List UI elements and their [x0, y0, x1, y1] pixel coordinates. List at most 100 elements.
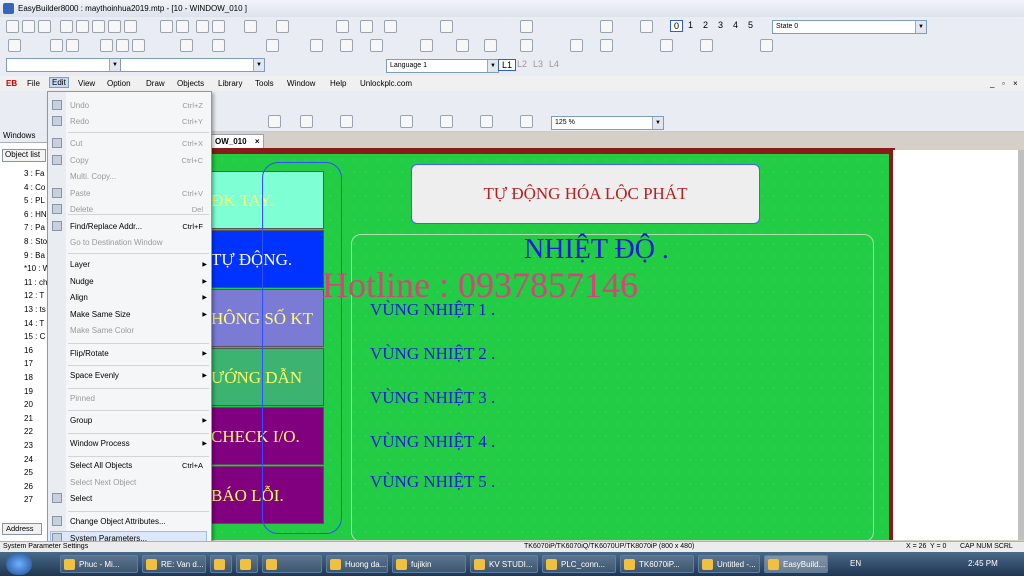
tree-item[interactable]: 9 : Ba — [24, 251, 45, 260]
camera-icon[interactable] — [660, 39, 673, 52]
flip-icon[interactable] — [480, 115, 493, 128]
size-combo[interactable]: ▼ — [120, 58, 265, 72]
object-list-tab[interactable]: Object list — [2, 149, 46, 162]
font-combo[interactable]: ▼ — [6, 58, 121, 72]
close-icon[interactable]: × — [1013, 79, 1018, 88]
new-icon[interactable] — [6, 20, 19, 33]
menu-item-align[interactable]: Align — [70, 293, 88, 302]
paste-icon[interactable] — [92, 20, 105, 33]
menu-draw[interactable]: Draw — [146, 79, 165, 88]
taskbar-button-2[interactable] — [210, 555, 232, 573]
taskbar-button-4[interactable] — [262, 555, 322, 573]
restore-icon[interactable]: ▫ — [1002, 79, 1005, 88]
tree-item[interactable]: 25 — [24, 468, 33, 477]
align-left-icon[interactable] — [268, 115, 281, 128]
taskbar-button-1[interactable]: RE: Van d... — [142, 555, 206, 573]
clock-icon[interactable] — [570, 39, 583, 52]
menu-item-space-evenly[interactable]: Space Evenly — [70, 371, 119, 380]
menu-help[interactable]: Help — [330, 79, 346, 88]
tree-item[interactable]: 8 : Sto — [24, 237, 47, 246]
zoom-out-icon[interactable] — [212, 20, 225, 33]
menu-file[interactable]: File — [27, 79, 40, 88]
taskbar-button-10[interactable]: Untitled -... — [698, 555, 760, 573]
tree-item[interactable]: 14 : T — [24, 319, 44, 328]
cut-icon[interactable] — [60, 20, 73, 33]
level-button-4[interactable]: 4 — [730, 20, 741, 30]
tree-item[interactable]: 23 — [24, 441, 33, 450]
macro-icon[interactable] — [700, 39, 713, 52]
menu-item-select[interactable]: Select — [70, 494, 92, 503]
zone-label-5[interactable]: VÙNG NHIỆT 5 . — [370, 472, 495, 492]
align-right-icon[interactable] — [340, 115, 353, 128]
recipe-icon[interactable] — [520, 39, 533, 52]
menu-view[interactable]: View — [78, 79, 95, 88]
tree-item[interactable]: 21 — [24, 414, 33, 423]
minimize-icon[interactable]: _ — [990, 79, 994, 88]
tree-item[interactable]: 11 : ch — [24, 278, 47, 287]
menu-item-select-all-objects[interactable]: Select All Objects — [70, 461, 132, 470]
menu-edit[interactable]: Edit — [49, 77, 69, 88]
tree-item[interactable]: 7 : Pa — [24, 223, 45, 232]
menu-item-group[interactable]: Group — [70, 416, 92, 425]
align-center-icon[interactable] — [300, 115, 313, 128]
tree-item[interactable]: 15 : C — [24, 332, 45, 341]
preview-icon[interactable] — [176, 20, 189, 33]
alarm-icon[interactable] — [484, 39, 497, 52]
tree-item[interactable]: 3 : Fa — [24, 169, 44, 178]
level-button-2[interactable]: 2 — [700, 20, 711, 30]
select-arrow-icon[interactable] — [8, 39, 21, 52]
menu-library[interactable]: Library — [218, 79, 242, 88]
menu-option[interactable]: Option — [107, 79, 131, 88]
address-tab[interactable]: Address — [2, 523, 42, 535]
menu-item-find-replace-addr[interactable]: Find/Replace Addr... — [70, 222, 142, 231]
polyline-icon[interactable] — [66, 39, 79, 52]
menu-unlockplc[interactable]: Unlockplc.com — [360, 79, 412, 88]
tree-item[interactable]: 27 — [24, 495, 33, 504]
arc-icon[interactable] — [132, 39, 145, 52]
document-tab[interactable]: OW_010 × — [210, 134, 265, 149]
layer-button-2[interactable]: L2 — [514, 59, 530, 69]
compile-icon[interactable] — [336, 20, 349, 33]
undo-icon[interactable] — [108, 20, 121, 33]
rotate-icon[interactable] — [520, 115, 533, 128]
print-icon[interactable] — [160, 20, 173, 33]
tree-item[interactable]: 13 : ts — [24, 305, 46, 314]
menu-item-layer[interactable]: Layer — [70, 260, 90, 269]
lamp-icon[interactable] — [520, 20, 533, 33]
table-icon[interactable] — [600, 39, 613, 52]
tree-item[interactable]: 22 — [24, 427, 33, 436]
settings-icon[interactable] — [640, 20, 653, 33]
clock[interactable]: 2:45 PM — [968, 559, 998, 568]
menu-item-make-same-size[interactable]: Make Same Size — [70, 310, 130, 319]
vertical-scrollbar[interactable] — [1018, 150, 1024, 540]
layer-button-3[interactable]: L3 — [530, 59, 546, 69]
zone-label-3[interactable]: VÙNG NHIỆT 3 . — [370, 388, 495, 408]
taskbar-button-9[interactable]: TK6070iP... — [620, 555, 694, 573]
meter-icon[interactable] — [456, 39, 469, 52]
copy-icon[interactable] — [76, 20, 89, 33]
close-tab-icon[interactable]: × — [255, 137, 260, 146]
rectangle-icon[interactable] — [100, 39, 113, 52]
menu-objects[interactable]: Objects — [177, 79, 204, 88]
bulb-icon[interactable] — [266, 39, 279, 52]
line-icon[interactable] — [50, 39, 63, 52]
level-button-3[interactable]: 3 — [715, 20, 726, 30]
numeric-icon[interactable] — [340, 39, 353, 52]
menu-item-window-process[interactable]: Window Process — [70, 439, 130, 448]
taskbar-button-3[interactable] — [236, 555, 258, 573]
taskbar-button-7[interactable]: KV STUDI... — [470, 555, 538, 573]
open-icon[interactable] — [22, 20, 35, 33]
circle-icon[interactable] — [116, 39, 129, 52]
zoom-combo[interactable]: 125 % ▼ — [551, 116, 664, 130]
ascii-icon[interactable] — [370, 39, 383, 52]
grid-icon[interactable] — [276, 20, 289, 33]
company-banner[interactable]: TỰ ĐỘNG HÓA LỘC PHÁT — [411, 164, 760, 224]
simulate-icon[interactable] — [384, 20, 397, 33]
chart-icon[interactable] — [440, 20, 453, 33]
tree-item[interactable]: 26 — [24, 482, 33, 491]
switch-icon[interactable] — [310, 39, 323, 52]
align-bottom-icon[interactable] — [440, 115, 453, 128]
tree-item[interactable]: 20 — [24, 400, 33, 409]
zone-label-2[interactable]: VÙNG NHIỆT 2 . — [370, 344, 495, 364]
tree-item[interactable]: 12 : T — [24, 291, 44, 300]
